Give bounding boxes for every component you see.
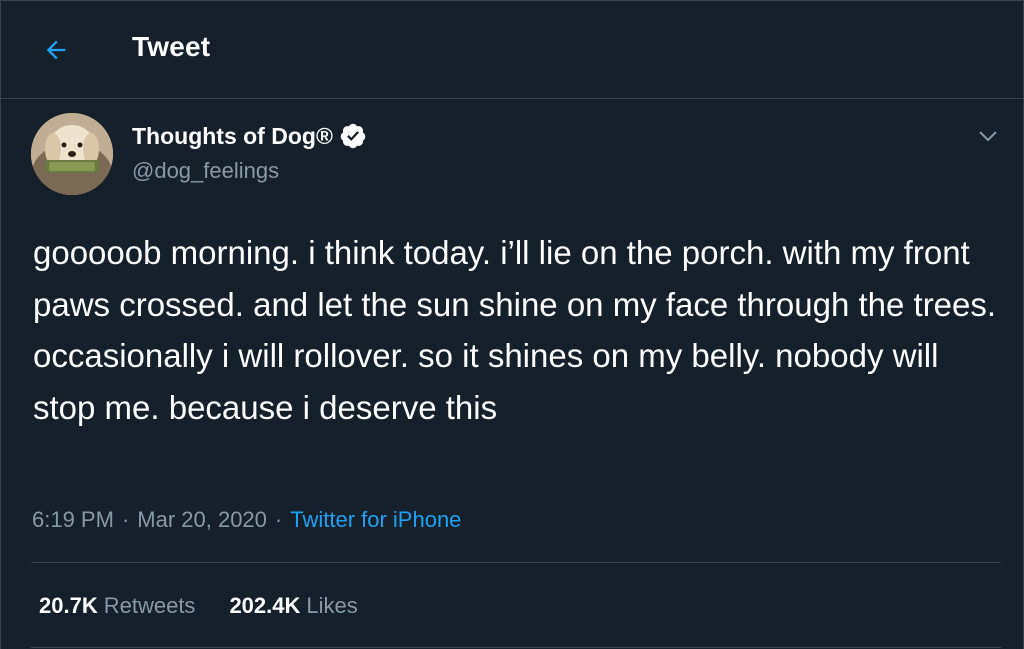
tweet-stats: 20.7K Retweets 202.4K Likes bbox=[39, 593, 358, 619]
author-handle[interactable]: @dog_feelings bbox=[132, 158, 279, 184]
tweet-metadata: 6:19 PM · Mar 20, 2020 · Twitter for iPh… bbox=[32, 507, 461, 533]
likes-label: Likes bbox=[306, 593, 358, 618]
author-name-text: Thoughts of Dog® bbox=[132, 122, 333, 149]
likes-stat[interactable]: 202.4K Likes bbox=[229, 593, 357, 619]
avatar[interactable] bbox=[31, 113, 113, 195]
retweets-count: 20.7K bbox=[39, 593, 98, 618]
likes-count: 202.4K bbox=[229, 593, 301, 618]
page-title: Tweet bbox=[132, 31, 211, 62]
retweets-stat[interactable]: 20.7K Retweets bbox=[39, 593, 195, 619]
arrow-left-icon bbox=[46, 40, 66, 60]
back-button[interactable] bbox=[31, 25, 81, 75]
tweet-source-link[interactable]: Twitter for iPhone bbox=[290, 507, 461, 533]
meta-separator: · bbox=[274, 507, 283, 532]
retweets-label: Retweets bbox=[103, 593, 196, 618]
top-bar: Tweet bbox=[1, 1, 1023, 99]
chevron-down-icon bbox=[979, 131, 997, 142]
tweet-page: Tweet Thoughts of Dog® @dog_feelings goo… bbox=[0, 0, 1024, 649]
author-display-name[interactable]: Thoughts of Dog® bbox=[132, 122, 367, 150]
verified-badge-icon bbox=[340, 123, 366, 149]
tweet-date[interactable]: Mar 20, 2020 bbox=[137, 507, 267, 533]
divider bbox=[31, 647, 1001, 648]
dog-avatar-image bbox=[31, 113, 113, 195]
meta-separator: · bbox=[121, 507, 130, 532]
divider bbox=[31, 562, 1001, 563]
tweet-menu-button[interactable] bbox=[973, 121, 1003, 151]
tweet-time[interactable]: 6:19 PM bbox=[32, 507, 114, 533]
tweet-text: gooooob morning. i think today. i’ll lie… bbox=[33, 234, 997, 426]
